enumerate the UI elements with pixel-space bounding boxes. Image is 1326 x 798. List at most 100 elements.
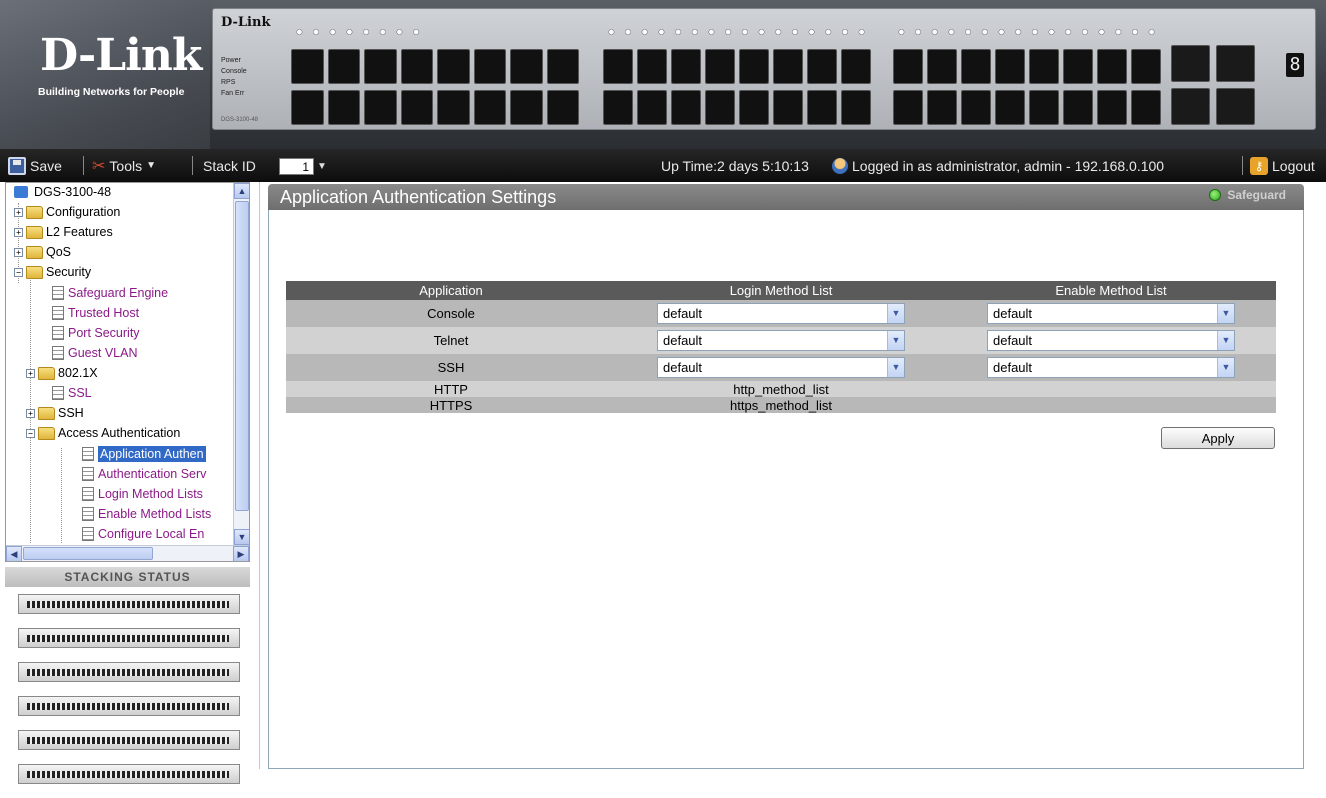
save-label: Save (30, 157, 62, 174)
scroll-thumb[interactable] (23, 547, 153, 560)
chevron-down-icon: ▼ (1217, 304, 1234, 323)
logout-button[interactable]: ⚷ Logout (1250, 149, 1315, 182)
tree-root-device[interactable]: DGS-3100-48 (14, 183, 111, 202)
save-icon (8, 156, 26, 175)
enable-method-select-console[interactable]: default ▼ (987, 303, 1235, 324)
application-cell: Console (286, 300, 616, 327)
tree-item-enable-method-lists[interactable]: Enable Method Lists (82, 504, 211, 524)
tree-item-qos[interactable]: + QoS (14, 242, 71, 262)
table-row: Telnet default ▼ default ▼ (286, 327, 1276, 354)
scroll-down-icon[interactable]: ▼ (234, 529, 249, 545)
tree-item-configure-local-enable[interactable]: Configure Local En (82, 524, 204, 544)
open-folder-icon (26, 265, 43, 279)
stack-unit[interactable] (18, 628, 240, 648)
tree-item-port-security[interactable]: Port Security (52, 323, 140, 343)
page-icon (82, 447, 94, 461)
stack-id-select[interactable]: 1 ▼ (279, 157, 331, 176)
select-value: default (993, 333, 1033, 348)
login-method-select-console[interactable]: default ▼ (657, 303, 905, 324)
page-title: Application Authentication Settings (280, 187, 557, 207)
tree-item-application-authentication[interactable]: Application Authen (82, 444, 206, 464)
tree-item-safeguard-engine[interactable]: Safeguard Engine (52, 283, 168, 303)
open-folder-icon (38, 426, 55, 440)
scroll-up-icon[interactable]: ▲ (234, 183, 249, 199)
tree-horizontal-scrollbar[interactable]: ◀ ▶ (6, 545, 249, 561)
save-button[interactable]: Save (8, 149, 62, 182)
enable-method-select-telnet[interactable]: default ▼ (987, 330, 1235, 351)
user-icon (832, 157, 848, 174)
stack-unit[interactable] (18, 730, 240, 750)
expand-icon[interactable]: + (26, 368, 35, 378)
enable-method-cell (946, 381, 1276, 397)
folder-icon (26, 245, 43, 259)
stack-unit[interactable] (18, 764, 240, 784)
stack-unit[interactable] (18, 696, 240, 716)
column-header: Login Method List (616, 281, 946, 300)
expand-icon[interactable]: + (26, 408, 35, 418)
folder-icon (26, 205, 43, 219)
tree-item-l2-features[interactable]: + L2 Features (14, 222, 113, 242)
tree-item-access-authentication[interactable]: − Access Authentication (26, 423, 180, 443)
login-method-select-telnet[interactable]: default ▼ (657, 330, 905, 351)
switch-front-panel: D-Link Power Console RPS Fan Err DGS-310… (212, 8, 1316, 130)
application-cell: SSH (286, 354, 616, 381)
application-authentication-table: Application Login Method List Enable Met… (286, 281, 1276, 413)
tree-item-login-method-lists[interactable]: Login Method Lists (82, 484, 203, 504)
expand-icon[interactable]: + (14, 227, 23, 237)
led-fan-err-label: Fan Err (221, 90, 245, 97)
switch-icon (14, 186, 28, 198)
tree-vertical-scrollbar[interactable]: ▲ ▼ (233, 183, 249, 545)
page-icon (82, 527, 94, 541)
select-value: default (663, 360, 703, 375)
expand-icon[interactable]: + (14, 207, 23, 217)
chevron-down-icon: ▼ (317, 161, 327, 172)
combo-ports (1171, 45, 1255, 125)
collapse-icon[interactable]: − (14, 267, 23, 277)
tree-item-configuration[interactable]: + Configuration (14, 202, 120, 222)
login-method-cell: https_method_list (616, 397, 946, 413)
chevron-down-icon: ▼ (146, 160, 156, 171)
enable-method-cell: default ▼ (946, 354, 1276, 381)
page-icon (82, 487, 94, 501)
safeguard-label: Safeguard (1227, 188, 1286, 202)
tree-item-802-1x[interactable]: + 802.1X (26, 363, 98, 383)
column-header: Application (286, 281, 616, 300)
port-leds-17-32 (603, 27, 871, 37)
table-row: Console default ▼ default ▼ (286, 300, 1276, 327)
enable-method-select-ssh[interactable]: default ▼ (987, 357, 1235, 378)
page-title-bar: Application Authentication Settings Safe… (268, 184, 1304, 210)
tree-item-ssl[interactable]: SSL (52, 383, 92, 403)
page-icon (52, 286, 64, 300)
tree-item-security[interactable]: − Security (14, 262, 91, 282)
stack-unit[interactable] (18, 662, 240, 682)
tools-menu-button[interactable]: ✂ Tools ▼ (92, 149, 156, 182)
settings-panel: Application Login Method List Enable Met… (268, 210, 1304, 769)
expand-icon[interactable]: + (14, 247, 23, 257)
application-cell: HTTP (286, 381, 616, 397)
login-method-select-ssh[interactable]: default ▼ (657, 357, 905, 378)
panel-brand: D-Link (221, 15, 271, 30)
enable-method-cell: default ▼ (946, 300, 1276, 327)
scroll-thumb[interactable] (235, 201, 249, 511)
table-row: SSH default ▼ default ▼ (286, 354, 1276, 381)
toolbar: Save ✂ Tools ▼ Stack ID 1 ▼ Up Time:2 da… (0, 149, 1326, 182)
chevron-down-icon: ▼ (1217, 331, 1234, 350)
application-cell: HTTPS (286, 397, 616, 413)
folder-icon (38, 406, 55, 420)
toolbar-separator (1242, 156, 1243, 175)
collapse-icon[interactable]: − (26, 428, 35, 438)
chevron-down-icon: ▼ (887, 358, 904, 377)
column-header: Enable Method List (946, 281, 1276, 300)
apply-button[interactable]: Apply (1161, 427, 1275, 449)
tree-item-ssh[interactable]: + SSH (26, 403, 84, 423)
scroll-right-icon[interactable]: ▶ (233, 546, 249, 561)
enable-method-cell (946, 397, 1276, 413)
tools-label: Tools (109, 157, 143, 174)
tree-item-guest-vlan[interactable]: Guest VLAN (52, 343, 137, 363)
tree-item-authentication-server[interactable]: Authentication Serv (82, 464, 206, 484)
scroll-left-icon[interactable]: ◀ (6, 546, 22, 561)
tree-item-trusted-host[interactable]: Trusted Host (52, 303, 139, 323)
stack-unit[interactable] (18, 594, 240, 614)
status-led-icon (1209, 189, 1222, 201)
navigation-tree: DGS-3100-48 + Configuration + L2 Feature… (5, 182, 250, 562)
